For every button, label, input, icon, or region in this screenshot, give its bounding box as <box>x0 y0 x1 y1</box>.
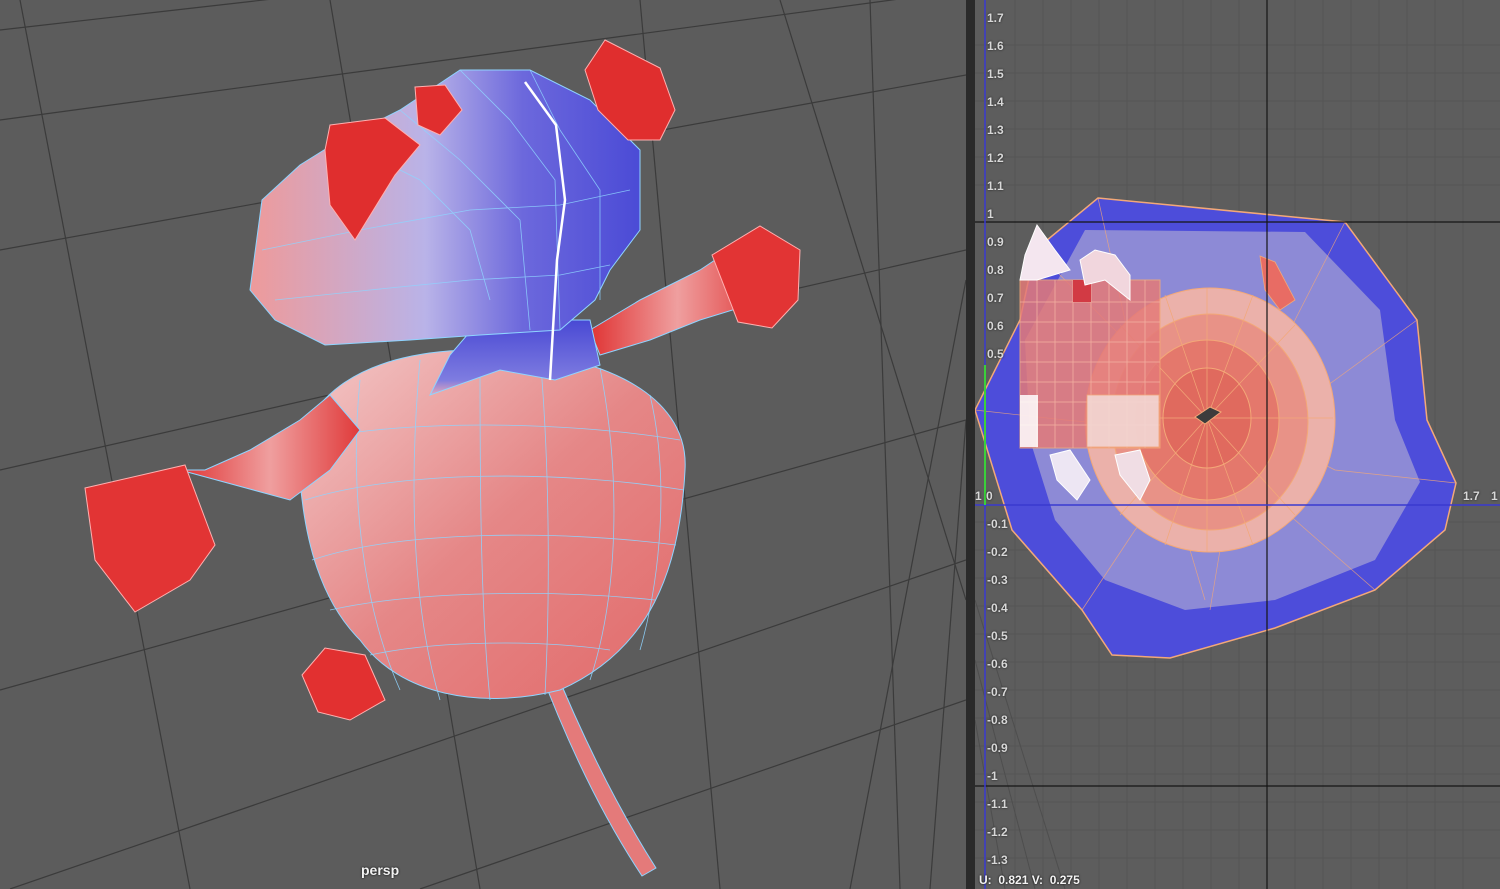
v-tick: -0.6 <box>987 657 1008 671</box>
u-tick: 0 <box>986 489 993 503</box>
v-tick: 0.5 <box>987 347 1004 361</box>
v-tick: -0.5 <box>987 629 1008 643</box>
v-tick: 0.8 <box>987 263 1004 277</box>
v-tick: -1.1 <box>987 797 1008 811</box>
v-tick: -0.2 <box>987 545 1008 559</box>
perspective-viewport[interactable]: persp <box>0 0 966 889</box>
viewport-canvas[interactable] <box>0 0 966 889</box>
mouse-tail <box>537 661 657 877</box>
v-tick: -1 <box>987 769 998 783</box>
v-tick: -0.4 <box>987 601 1008 615</box>
v-tick: 1.3 <box>987 123 1004 137</box>
maya-workspace: persp 1.7 1.6 1.5 1.4 1.3 1.2 1.1 1 0.9 … <box>0 0 1500 889</box>
v-tick: -0.7 <box>987 685 1008 699</box>
v-tick: -1.3 <box>987 853 1008 867</box>
u-tick: 1 <box>975 489 982 503</box>
camera-label: persp <box>361 862 400 878</box>
v-tick: 0.9 <box>987 235 1004 249</box>
v-tick: 0.7 <box>987 291 1004 305</box>
v-tick: -1.2 <box>987 825 1008 839</box>
v-tick: 1.5 <box>987 67 1004 81</box>
v-tick: 1.1 <box>987 179 1004 193</box>
v-tick: -0.3 <box>987 573 1008 587</box>
mouse-foot <box>301 647 386 721</box>
v-label: V: <box>1031 873 1044 887</box>
v-value: 0.275 <box>1049 873 1080 887</box>
v-tick: 1.6 <box>987 39 1004 53</box>
v-tick: 1 <box>987 207 994 221</box>
uv-editor[interactable]: 1.7 1.6 1.5 1.4 1.3 1.2 1.1 1 0.9 0.8 0.… <box>975 0 1500 889</box>
uv-grid-shell-light-cell <box>1020 395 1038 447</box>
u-tick: 1.7 <box>1463 489 1480 503</box>
v-tick: -0.9 <box>987 741 1008 755</box>
u-value: 0.821 <box>998 873 1029 887</box>
v-tick: 1.2 <box>987 151 1004 165</box>
mouse-hand-left <box>84 464 216 613</box>
v-tick: -0.1 <box>987 517 1008 531</box>
u-tick: 1 <box>1491 489 1498 503</box>
v-tick: 0.6 <box>987 319 1004 333</box>
uv-coordinate-readout: U: 0.821 V: 0.275 <box>979 873 1080 887</box>
mouse-body <box>298 349 686 699</box>
uv-canvas[interactable] <box>975 0 1500 889</box>
uv-grid-shell-stripe <box>1086 394 1160 448</box>
panel-divider[interactable] <box>966 0 975 889</box>
v-tick: 1.7 <box>987 11 1004 25</box>
v-tick: -0.8 <box>987 713 1008 727</box>
v-tick: 1.4 <box>987 95 1004 109</box>
u-label: U: <box>979 873 992 887</box>
